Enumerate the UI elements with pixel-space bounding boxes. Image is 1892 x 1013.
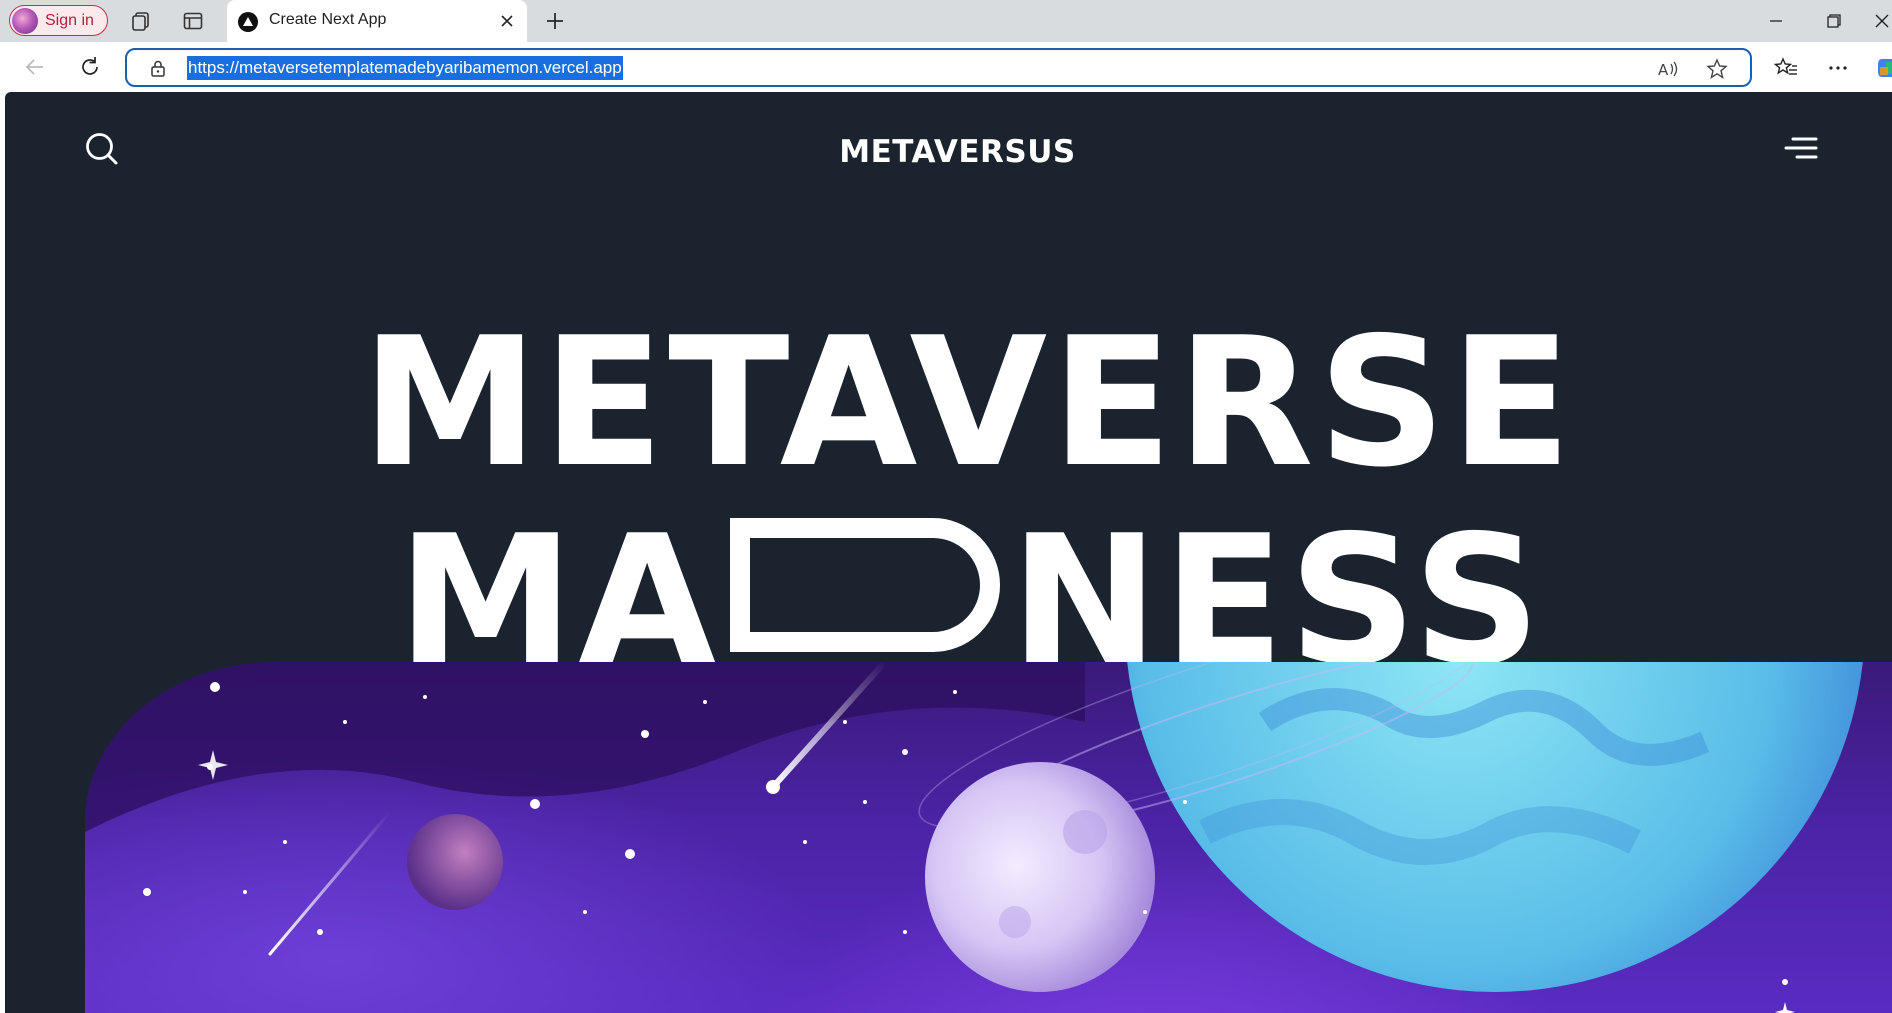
new-tab-button[interactable] <box>543 9 567 33</box>
star-icon[interactable] <box>1705 57 1729 81</box>
restore-icon[interactable] <box>1821 10 1845 32</box>
copilot-icon[interactable] <box>1876 55 1892 81</box>
workspaces-icon[interactable] <box>129 9 153 33</box>
read-aloud-icon[interactable]: A <box>1656 57 1680 81</box>
tab-title: Create Next App <box>269 11 387 28</box>
address-bar[interactable]: https://metaversetemplatemadebyaribamemo… <box>125 48 1752 87</box>
minimize-icon[interactable] <box>1764 10 1788 32</box>
plus-icon <box>547 13 563 29</box>
tab-actions-icon[interactable] <box>181 9 205 33</box>
site-brand-title[interactable]: METAVERSUS <box>5 134 1892 170</box>
browser-tab-strip: Sign in Create Next App <box>0 0 1892 42</box>
favorites-icon[interactable] <box>1773 55 1799 81</box>
nextjs-favicon-icon <box>238 12 258 32</box>
browser-toolbar: https://metaversetemplatemadebyaribamemo… <box>0 42 1892 92</box>
back-arrow-icon[interactable] <box>22 54 48 80</box>
hero-pill-shape <box>729 518 1000 652</box>
svg-text:A: A <box>1658 61 1669 79</box>
hamburger-menu-icon[interactable] <box>1783 134 1819 164</box>
tab-create-next-app[interactable]: Create Next App <box>227 0 527 42</box>
url-text[interactable]: https://metaversetemplatemadebyaribamemo… <box>187 56 623 80</box>
refresh-icon[interactable] <box>77 54 103 80</box>
more-icon[interactable] <box>1825 55 1851 81</box>
close-window-icon[interactable] <box>1872 10 1892 32</box>
close-icon[interactable] <box>497 11 517 31</box>
profile-avatar <box>12 7 38 34</box>
sign-in-button[interactable]: Sign in <box>9 5 108 36</box>
lock-icon[interactable] <box>148 58 168 78</box>
space-cover-image <box>85 662 1892 1013</box>
webpage: METAVERSUS METAVERSE MA NESS <box>5 92 1892 1013</box>
sign-in-label: Sign in <box>45 11 94 29</box>
hero-heading-line-1: METAVERSE <box>361 299 1576 506</box>
